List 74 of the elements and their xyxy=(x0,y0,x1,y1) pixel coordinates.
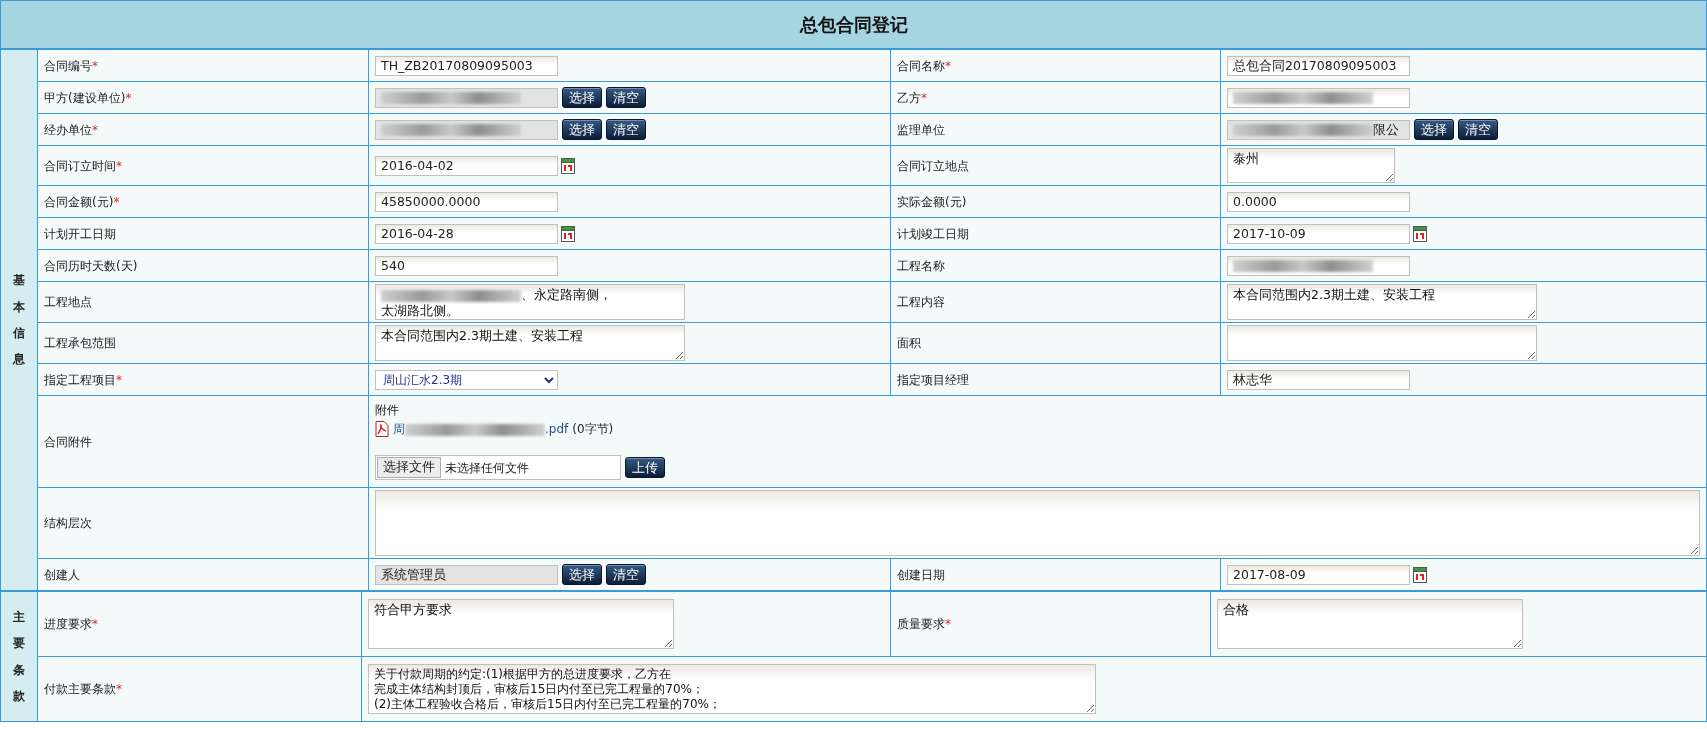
calendar-icon[interactable] xyxy=(561,157,575,174)
field-label: 创建人 xyxy=(44,567,80,582)
input-field[interactable] xyxy=(1227,87,1410,108)
field-label: 创建日期 xyxy=(897,567,945,582)
field-label: 进度要求* xyxy=(44,617,98,631)
field-label: 合同金额(元)* xyxy=(44,194,120,209)
input-field[interactable]: 45850000.0000 xyxy=(375,191,558,212)
field-label: 面积 xyxy=(897,336,921,350)
field-label: 甲方(建设单位)* xyxy=(44,90,132,105)
field-label: 合同编号* xyxy=(44,58,98,73)
file-size: (0字节) xyxy=(572,421,614,438)
file-input[interactable]: 选择文件 未选择任何文件 xyxy=(375,455,621,480)
form-title: 总包合同登记 xyxy=(799,13,908,37)
text-area[interactable]: 合格 xyxy=(1217,599,1523,649)
field-label: 结构层次 xyxy=(44,516,92,530)
field-label: 工程名称 xyxy=(897,258,945,273)
action-button[interactable]: 选择 xyxy=(1414,119,1454,140)
field-label: 计划竣工日期 xyxy=(897,226,969,241)
field-label: 合同名称* xyxy=(897,58,951,73)
calendar-icon[interactable] xyxy=(1413,566,1427,583)
action-button[interactable]: 选择 xyxy=(562,87,602,108)
field-label: 工程地点 xyxy=(44,295,92,309)
input-field[interactable]: 540 xyxy=(375,255,558,276)
picker-field[interactable]: 限公 xyxy=(1227,119,1410,140)
action-button[interactable]: 清空 xyxy=(606,119,646,140)
input-field[interactable] xyxy=(1227,255,1410,276)
input-field[interactable]: TH_ZB20170809095003 xyxy=(375,55,558,76)
calendar-icon[interactable] xyxy=(1413,225,1427,242)
field-label: 乙方* xyxy=(897,90,927,105)
field-label: 指定工程项目* xyxy=(44,372,122,387)
project-select[interactable]: 周山汇水2.3期 xyxy=(375,369,558,390)
field-label: 付款主要条款* xyxy=(44,682,122,696)
date-field[interactable]: 2016-04-28 xyxy=(375,223,558,244)
date-field[interactable]: 2017-10-09 xyxy=(1227,223,1410,244)
action-button[interactable]: 清空 xyxy=(606,564,646,585)
field-label: 工程内容 xyxy=(897,295,945,309)
text-area[interactable]: 泰州 xyxy=(1227,148,1395,183)
field-label: 经办单位* xyxy=(44,122,98,137)
attachment-caption: 附件 xyxy=(375,402,400,419)
input-field[interactable]: 0.0000 xyxy=(1227,191,1410,212)
field-label: 合同订立地点 xyxy=(897,158,969,173)
text-area[interactable]: 关于付款周期的约定:(1)根据甲方的总进度要求，乙方在 完成主体结构封顶后，审核后15日内付至已完工程量的70%； (2)主体工程验收合格后，审核后15日内付至已完工程量的70%； xyxy=(368,664,1096,714)
field-label: 监理单位 xyxy=(897,122,945,137)
input-field[interactable]: 总包合同20170809095003 xyxy=(1227,55,1410,76)
text-area[interactable]: 本合同范围内2.3期土建、安装工程 xyxy=(1227,284,1537,320)
text-area[interactable]: 、永定路南侧， 太湖路北侧。 xyxy=(375,284,685,320)
text-area[interactable] xyxy=(1227,325,1537,361)
picker-field[interactable] xyxy=(375,87,558,108)
input-field[interactable]: 林志华 xyxy=(1227,369,1410,390)
text-area[interactable] xyxy=(375,490,1700,556)
date-field[interactable]: 2017-08-09 xyxy=(1227,564,1410,585)
action-button[interactable]: 清空 xyxy=(606,87,646,108)
field-label: 质量要求* xyxy=(897,617,951,631)
section-heading: 基本信息 xyxy=(13,272,25,369)
section-heading: 主要条款 xyxy=(13,608,25,705)
text-area[interactable]: 本合同范围内2.3期土建、安装工程 xyxy=(375,325,685,361)
field-label: 实际金额(元) xyxy=(897,194,967,209)
field-label: 合同附件 xyxy=(44,434,92,449)
field-label: 合同订立时间* xyxy=(44,158,122,173)
action-button[interactable]: 选择 xyxy=(562,564,602,585)
calendar-icon[interactable] xyxy=(561,225,575,242)
date-field[interactable]: 2016-04-02 xyxy=(375,155,558,176)
upload-button[interactable]: 上传 xyxy=(625,457,665,478)
text-area[interactable]: 符合甲方要求 xyxy=(368,599,674,649)
file-link[interactable]: 周 .pdf xyxy=(393,420,569,438)
field-label: 合同历时天数(天) xyxy=(44,258,138,273)
action-button[interactable]: 清空 xyxy=(1458,119,1498,140)
field-label: 计划开工日期 xyxy=(44,226,116,241)
field-label: 工程承包范围 xyxy=(44,336,116,350)
action-button[interactable]: 选择 xyxy=(562,119,602,140)
picker-field[interactable] xyxy=(375,119,558,140)
picker-field[interactable]: 系统管理员 xyxy=(375,564,558,585)
pdf-file-icon xyxy=(375,421,389,437)
field-label: 指定项目经理 xyxy=(897,372,969,387)
